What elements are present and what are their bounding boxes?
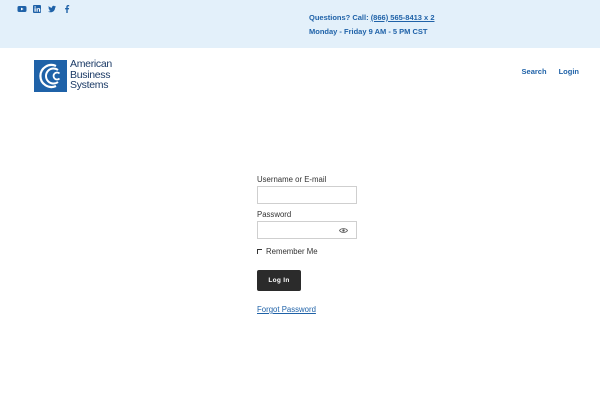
logo-line-3: Systems xyxy=(70,79,109,91)
main-nav: Search Login xyxy=(522,67,579,76)
business-hours: Monday - Friday 9 AM - 5 PM CST xyxy=(309,27,428,36)
questions-label: Questions? Call: xyxy=(309,13,369,22)
social-links xyxy=(17,4,72,14)
youtube-icon[interactable] xyxy=(17,4,27,14)
forgot-password-link[interactable]: Forgot Password xyxy=(257,305,367,314)
login-form: Username or E-mail Password Remember Me … xyxy=(257,175,367,314)
remember-me[interactable]: Remember Me xyxy=(257,247,367,256)
nav-login[interactable]: Login xyxy=(559,67,579,76)
logo-wordmark: American Business Systems xyxy=(70,59,112,91)
username-label: Username or E-mail xyxy=(257,175,327,184)
site-header: American Business Systems Search Login xyxy=(0,48,600,108)
password-field-wrapper xyxy=(257,221,357,241)
username-field-wrapper xyxy=(257,186,357,206)
phone-link[interactable]: (866) 565-8413 x 2 xyxy=(371,13,435,22)
phone-line: Questions? Call: (866) 565-8413 x 2 xyxy=(309,11,435,25)
login-button[interactable]: Log In xyxy=(257,270,301,291)
username-input[interactable] xyxy=(258,189,356,206)
remember-me-label: Remember Me xyxy=(266,247,318,256)
twitter-icon[interactable] xyxy=(47,4,57,14)
top-bar: Questions? Call: (866) 565-8413 x 2 Mond… xyxy=(0,0,600,48)
linkedin-icon[interactable] xyxy=(32,4,42,14)
company-logo[interactable]: American Business Systems xyxy=(34,59,112,92)
facebook-icon[interactable] xyxy=(62,4,72,14)
remember-me-checkbox[interactable] xyxy=(257,249,262,254)
password-label: Password xyxy=(257,210,292,219)
logo-mark xyxy=(34,60,67,92)
logo-line-1: American xyxy=(70,58,112,70)
nav-search[interactable]: Search xyxy=(522,67,547,76)
contact-info: Questions? Call: (866) 565-8413 x 2 Mond… xyxy=(309,11,435,39)
show-password-icon[interactable] xyxy=(339,227,348,234)
